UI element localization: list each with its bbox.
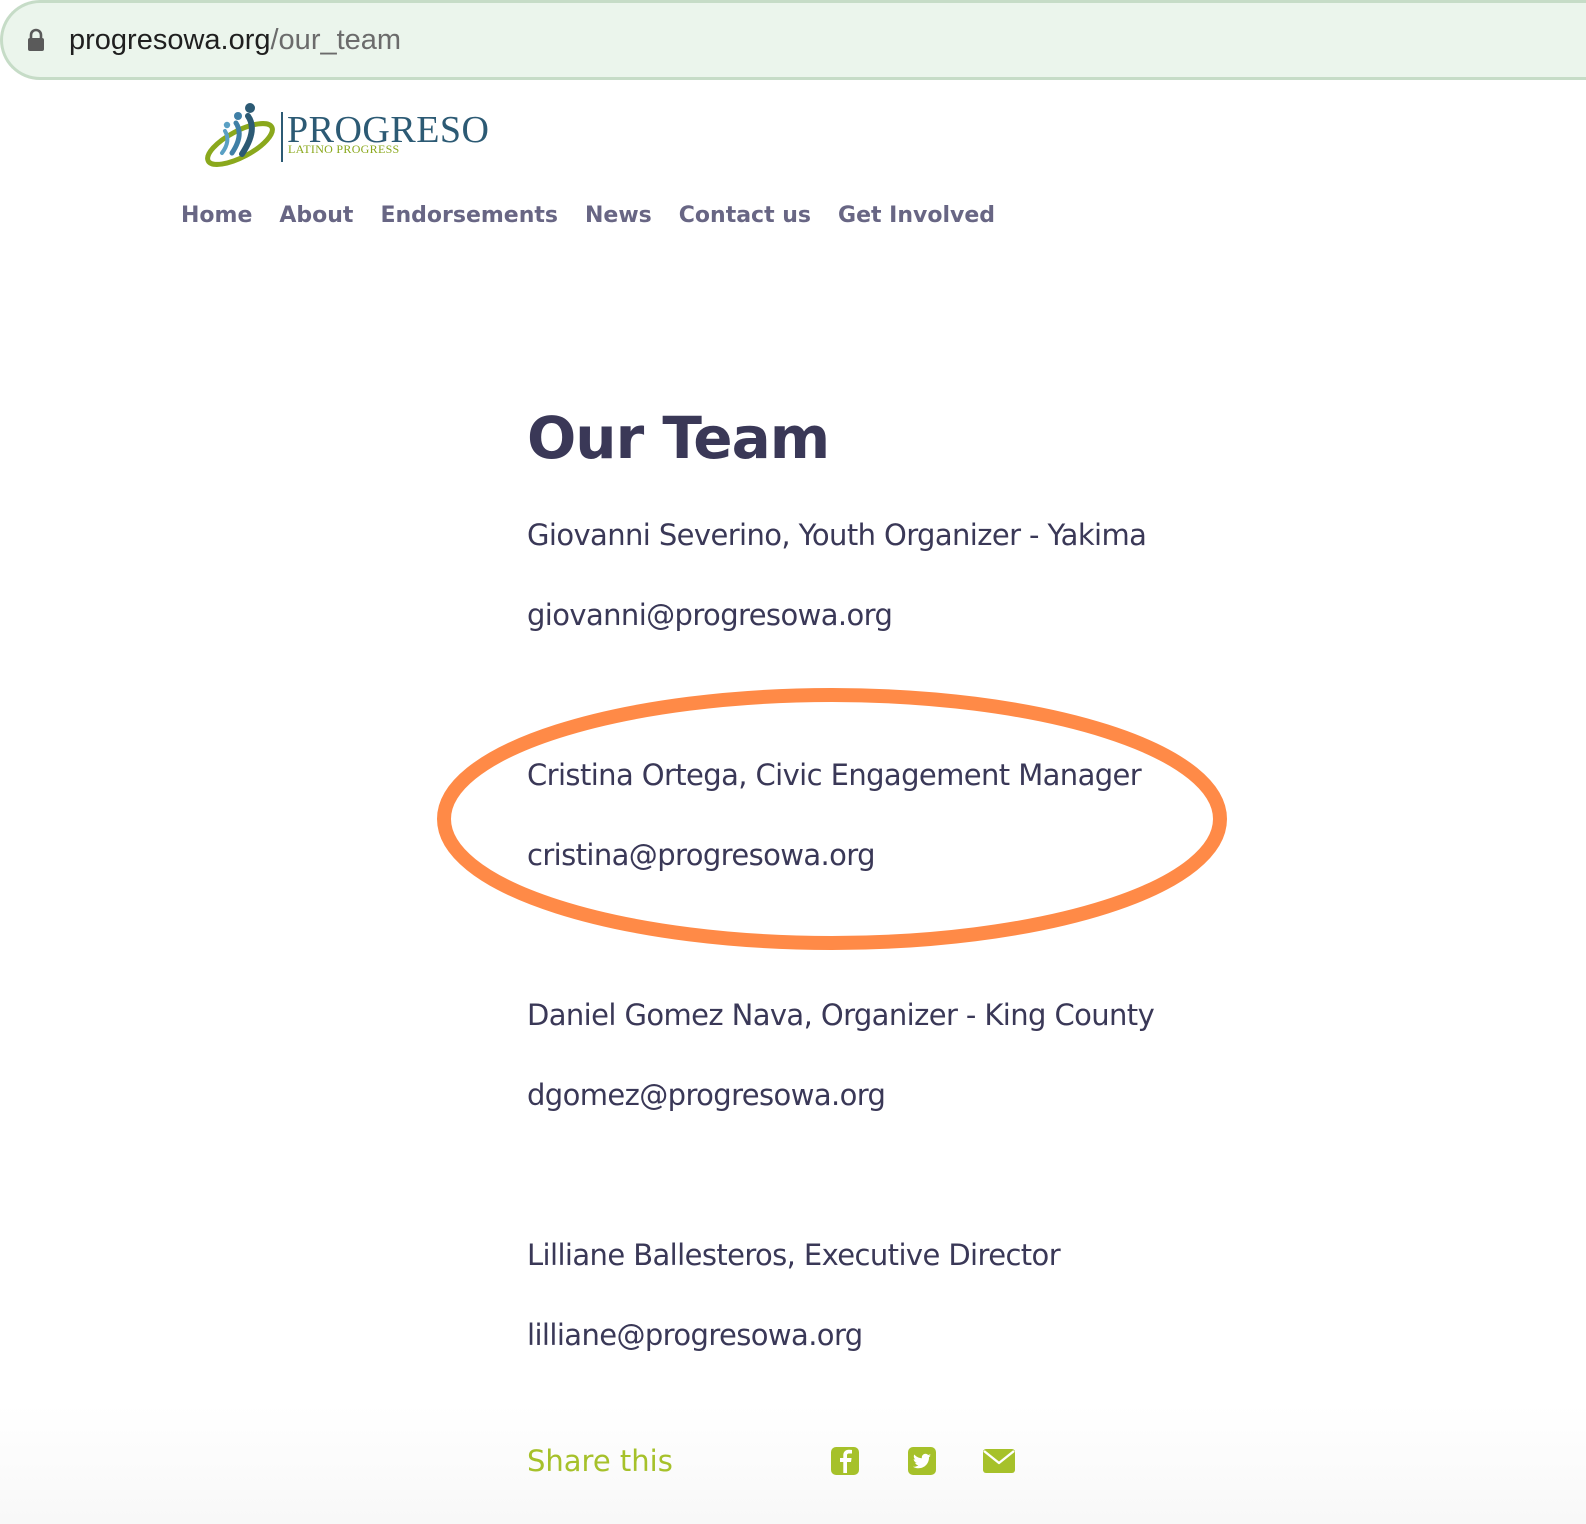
logo-divider — [281, 112, 283, 162]
team-member-email[interactable]: lilliane@progresowa.org — [527, 1315, 863, 1355]
site-logo[interactable]: PROGRESO LATINO PROGRESS — [200, 100, 489, 172]
nav-get-involved[interactable]: Get Involved — [838, 200, 995, 232]
url-path: /our_team — [270, 24, 402, 56]
nav-home[interactable]: Home — [181, 200, 252, 232]
nav-news[interactable]: News — [585, 200, 652, 232]
page-title: Our Team — [527, 404, 830, 472]
facebook-icon[interactable] — [830, 1446, 860, 1476]
url-domain: progresowa.org — [69, 24, 271, 56]
twitter-icon[interactable] — [907, 1446, 937, 1476]
page: progresowa.org/our_team PROGRESO LATINO … — [0, 0, 1586, 1524]
lock-icon — [28, 28, 44, 51]
team-member-email[interactable]: dgomez@progresowa.org — [527, 1075, 886, 1115]
team-member-name-role: Lilliane Ballesteros, Executive Director — [527, 1238, 1061, 1272]
nav-contact-us[interactable]: Contact us — [679, 200, 811, 232]
highlight-ellipse — [437, 688, 1227, 950]
team-member-name-role: Daniel Gomez Nava, Organizer - King Coun… — [527, 998, 1155, 1032]
team-member-name-role: Cristina Ortega, Civic Engagement Manage… — [527, 758, 1142, 792]
address-bar[interactable]: progresowa.org/our_team — [0, 0, 1586, 80]
logo-tagline: LATINO PROGRESS — [288, 142, 400, 156]
team-member-email[interactable]: giovanni@progresowa.org — [527, 595, 893, 635]
team-member-email[interactable]: cristina@progresowa.org — [527, 835, 876, 875]
url-text[interactable]: progresowa.org/our_team — [69, 21, 401, 59]
main-nav: Home About Endorsements News Contact us … — [181, 200, 995, 232]
share-label: Share this — [527, 1444, 673, 1478]
share-bar — [0, 1404, 1586, 1524]
team-member-name-role: Giovanni Severino, Youth Organizer - Yak… — [527, 518, 1147, 552]
email-icon[interactable] — [982, 1446, 1016, 1476]
logo-mark-icon — [205, 103, 275, 167]
nav-endorsements[interactable]: Endorsements — [380, 200, 558, 232]
nav-about[interactable]: About — [279, 200, 353, 232]
